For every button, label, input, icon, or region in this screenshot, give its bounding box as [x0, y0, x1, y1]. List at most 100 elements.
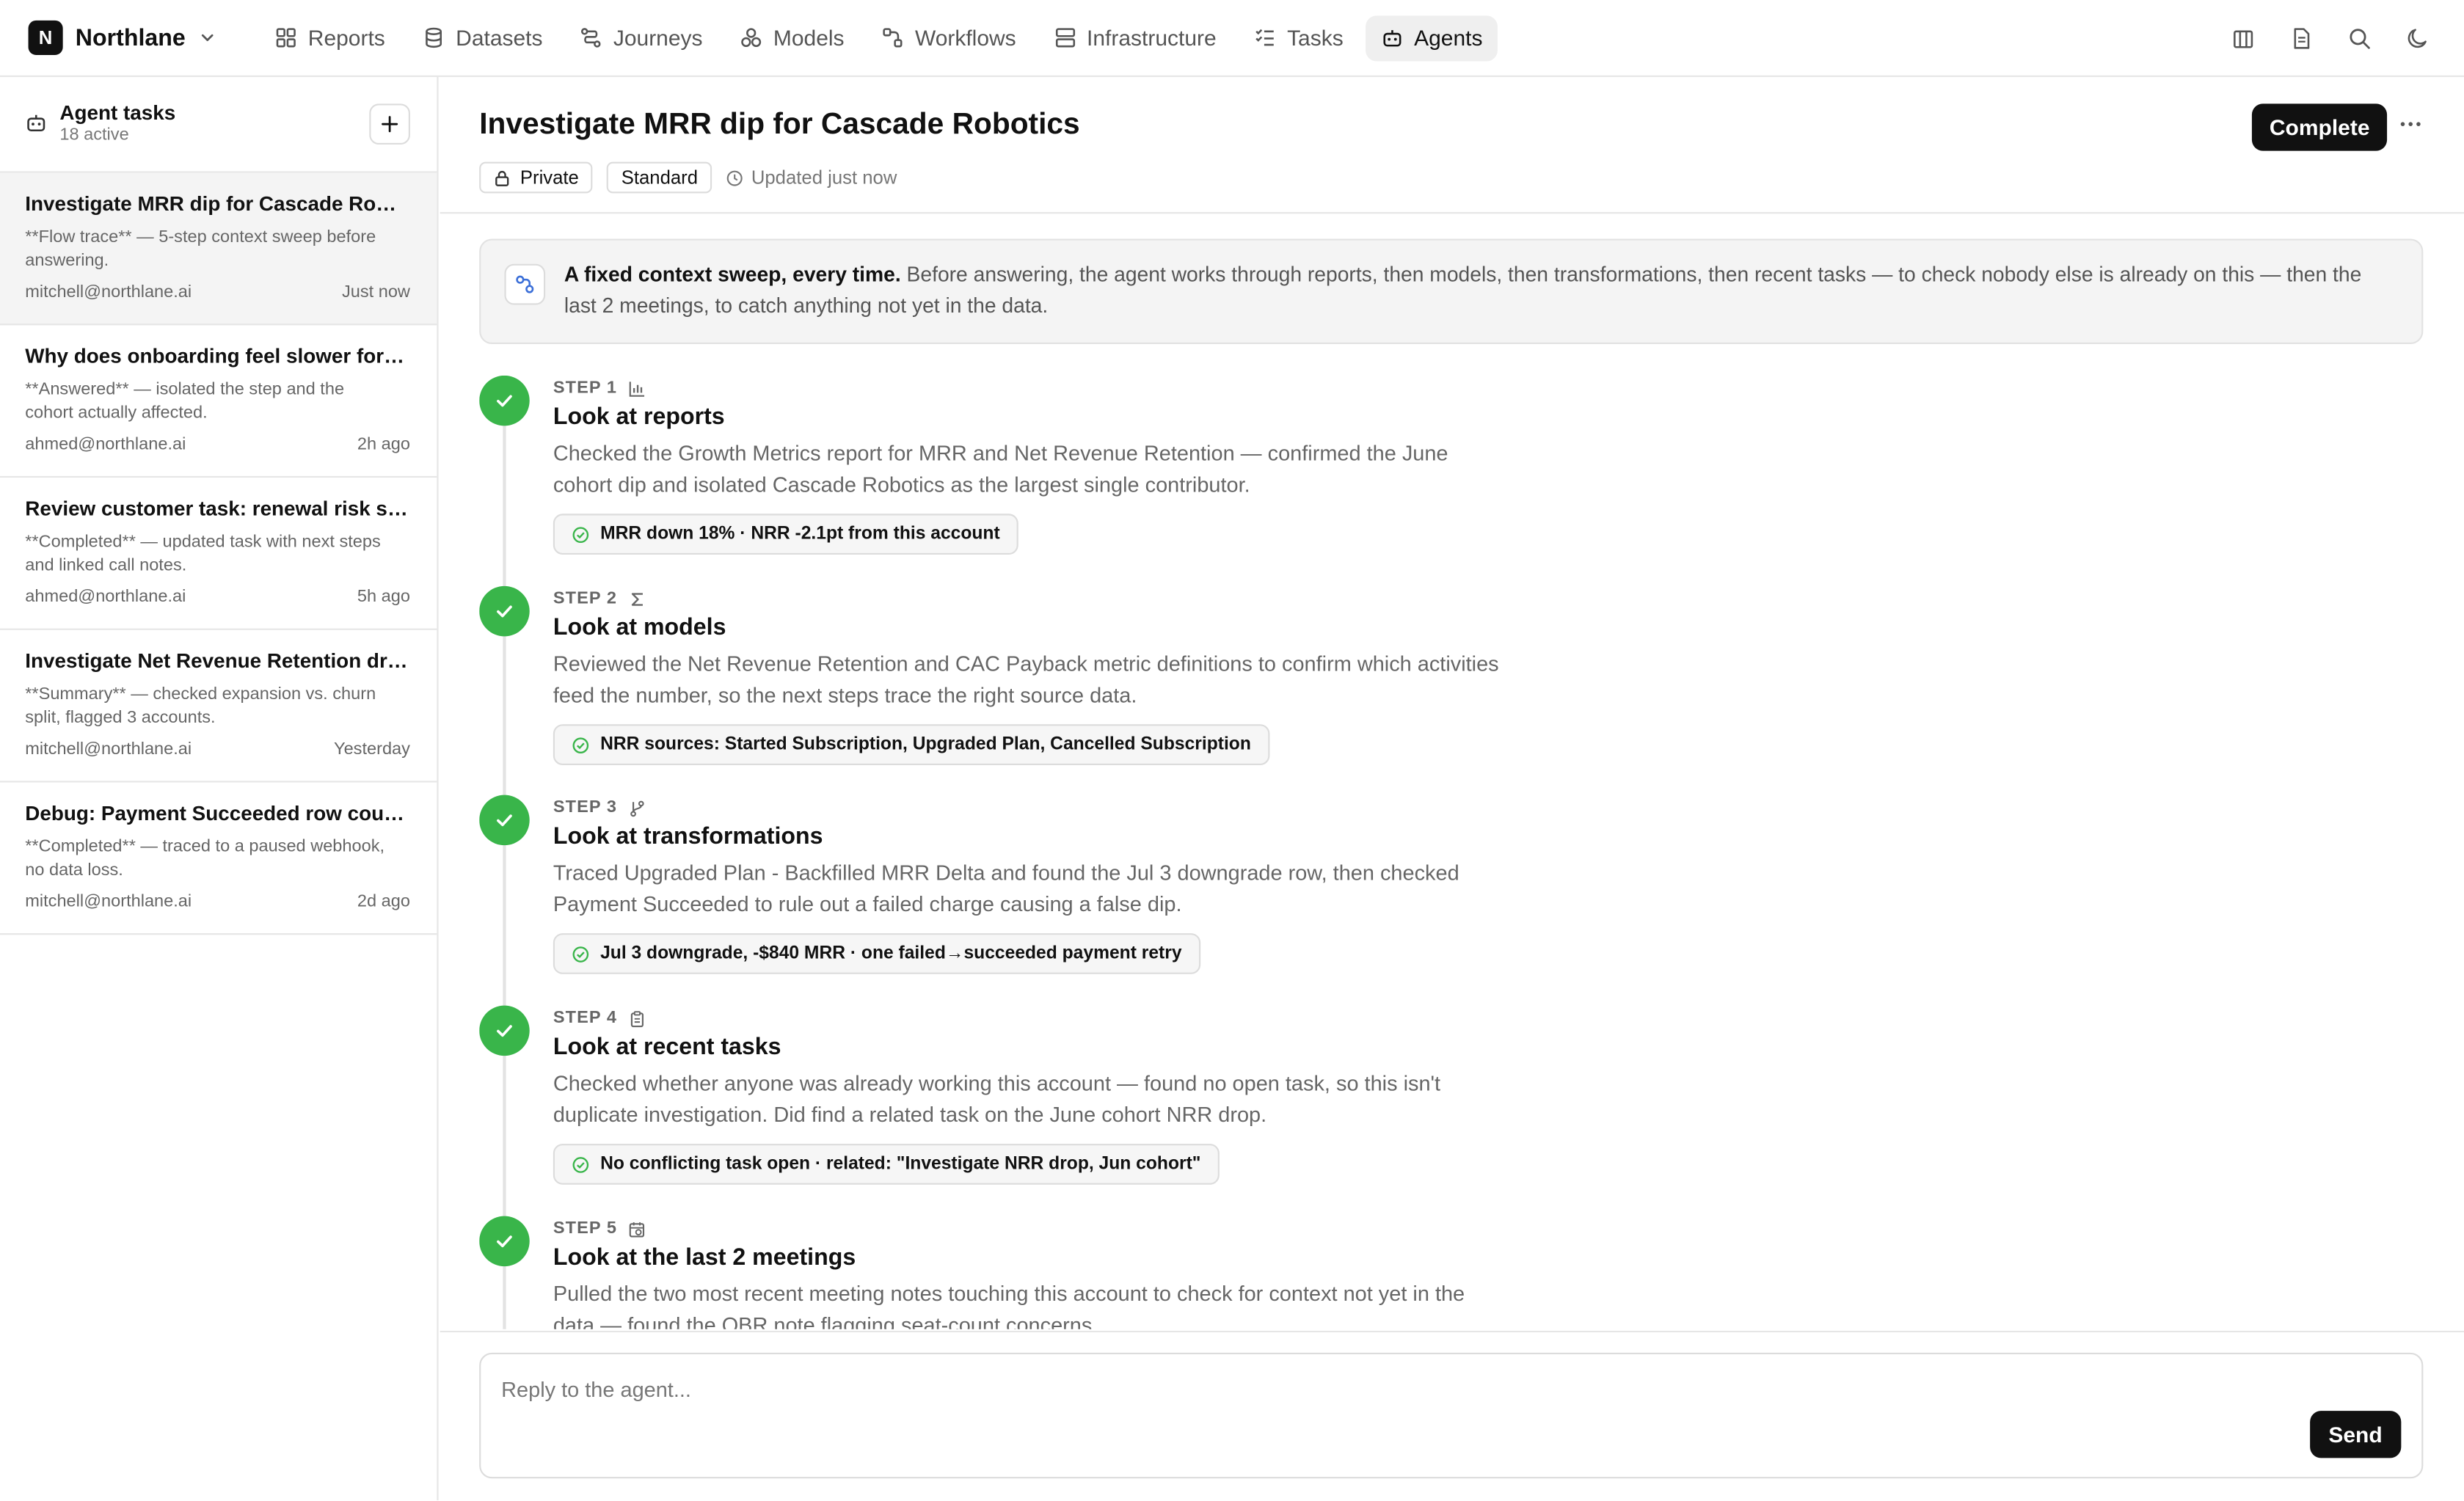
task-snippet: **Completed** — traced to a paused webho…	[25, 837, 385, 880]
mode-tag[interactable]: Standard	[607, 161, 712, 194]
reply-composer: Send	[479, 1352, 2424, 1479]
check-circle-icon	[572, 946, 589, 962]
task-snippet: **Flow trace** — 5-step context sweep be…	[25, 227, 376, 271]
step-result-pill: NRR sources: Started Subscription, Upgra…	[553, 724, 1270, 765]
nav-item-workflows[interactable]: Workflows	[867, 15, 1032, 60]
updated-label: Updated just now	[751, 167, 897, 189]
step-result: NRR sources: Started Subscription, Upgra…	[600, 735, 1251, 754]
nav-item-journeys[interactable]: Journeys	[564, 15, 718, 60]
server-icon	[1055, 28, 1075, 48]
step-description: Checked whether anyone was already worki…	[553, 1071, 1441, 1127]
step-description: Checked the Growth Metrics report for MR…	[553, 441, 1448, 497]
banner-text: A fixed context sweep, every time. Befor…	[564, 259, 2387, 322]
step-title: Look at reports	[553, 403, 725, 431]
task-list-item[interactable]: Review customer task: renewal risk summa…	[0, 478, 437, 630]
moon-icon[interactable]	[2405, 26, 2430, 51]
document-icon[interactable]	[2288, 26, 2313, 51]
complete-button[interactable]: Complete	[2252, 103, 2388, 151]
cubes-icon	[741, 28, 762, 48]
sidebar-title: Agent tasks	[59, 101, 176, 125]
step-number: STEP 2	[553, 589, 618, 608]
context-sweep-banner: A fixed context sweep, every time. Befor…	[479, 238, 2424, 345]
task-time: 2d ago	[357, 892, 410, 912]
step-result-pill: MRR down 18% · NRR -2.1pt from this acco…	[553, 514, 1019, 555]
nav-item-reports[interactable]: Reports	[259, 15, 401, 60]
nav-item-infrastructure[interactable]: Infrastructure	[1038, 15, 1232, 60]
building-icon[interactable]	[2230, 26, 2255, 51]
nav-label: Agents	[1414, 25, 1483, 51]
step-title: Look at models	[553, 614, 726, 641]
task-title: Investigate Net Revenue Retention drop	[25, 649, 409, 673]
task-title: Investigate MRR dip for Cascade Robotics	[25, 191, 409, 216]
step-description: Traced Upgraded Plan - Backfilled MRR De…	[553, 861, 1459, 916]
task-list-item[interactable]: Why does onboarding feel slower for new …	[0, 325, 437, 478]
step-result: Jul 3 downgrade, -$840 MRR · one failed→…	[600, 944, 1182, 963]
visibility-label: Private	[520, 167, 579, 189]
task-list-item[interactable]: Investigate MRR dip for Cascade Robotics…	[0, 172, 437, 326]
nav-label: Infrastructure	[1087, 25, 1217, 51]
visibility-tag[interactable]: Private	[479, 161, 594, 194]
flow-icon	[504, 263, 546, 305]
step-label: STEP 5	[553, 1219, 646, 1238]
brand-name: Northlane	[75, 24, 186, 51]
agent-tasks-sidebar: Agent tasks 18 active Investigate MRR di…	[0, 76, 439, 1501]
reply-input[interactable]	[501, 1370, 2230, 1408]
more-options-icon[interactable]	[2398, 112, 2423, 136]
task-title: Why does onboarding feel slower for new …	[25, 344, 409, 368]
nav-item-tasks[interactable]: Tasks	[1239, 15, 1359, 60]
grid-icon	[276, 28, 296, 48]
mode-label: Standard	[621, 167, 699, 189]
new-task-button[interactable]	[369, 103, 410, 145]
search-icon[interactable]	[2346, 26, 2371, 51]
nav-label: Reports	[307, 25, 385, 51]
task-title: Review customer task: renewal risk summa…	[25, 496, 409, 520]
step-description: Reviewed the Net Revenue Retention and C…	[553, 651, 1499, 707]
check-icon	[479, 795, 530, 846]
database-icon	[426, 27, 442, 48]
send-button[interactable]: Send	[2309, 1411, 2402, 1458]
task-time: Just now	[341, 282, 410, 302]
workflow-icon	[883, 28, 903, 48]
chevron-down-icon	[198, 29, 217, 48]
checklist-icon	[1255, 29, 1274, 46]
bar-chart-icon	[629, 381, 644, 396]
task-time: 2h ago	[357, 435, 410, 454]
nav-item-models[interactable]: Models	[725, 15, 860, 60]
task-snippet: **Completed** — updated task with next s…	[25, 533, 381, 575]
banner-headline: A fixed context sweep, every time.	[564, 262, 901, 286]
task-snippet: **Answered** — isolated the step and the…	[25, 380, 345, 423]
task-list-item[interactable]: Investigate Net Revenue Retention drop *…	[0, 630, 437, 783]
task-list-item[interactable]: Debug: Payment Succeeded row count misma…	[0, 783, 437, 935]
task-header: Investigate MRR dip for Cascade Robotics…	[440, 77, 2464, 214]
step-result-pill: No conflicting task open · related: "Inv…	[553, 1144, 1220, 1185]
step-result: No conflicting task open · related: "Inv…	[600, 1155, 1201, 1174]
sidebar-header: Agent tasks 18 active	[0, 77, 437, 173]
nav-label: Models	[773, 25, 845, 51]
git-branch-icon	[630, 800, 644, 817]
step-number: STEP 3	[553, 797, 618, 817]
step-title: Look at the last 2 meetings	[553, 1244, 856, 1271]
check-circle-icon	[572, 737, 589, 753]
step-timeline: STEP 1 Look at reports Checked the Growt…	[479, 375, 2051, 1329]
bot-icon	[1383, 30, 1402, 47]
check-icon	[479, 375, 530, 426]
plus-icon	[382, 116, 398, 133]
nav-item-agents[interactable]: Agents	[1365, 15, 1498, 61]
task-detail: Investigate MRR dip for Cascade Robotics…	[440, 77, 2464, 1500]
task-time: Yesterday	[334, 739, 410, 759]
check-icon	[479, 585, 530, 637]
check-circle-icon	[572, 526, 589, 542]
step-label: STEP 3	[553, 798, 646, 817]
step-number: STEP 5	[553, 1219, 618, 1238]
sigma-icon	[631, 592, 643, 605]
step-label: STEP 2	[553, 589, 646, 608]
calendar-clock-icon	[629, 1221, 644, 1237]
task-owner: mitchell@northlane.ai	[25, 739, 192, 759]
clock-icon	[726, 169, 743, 186]
sidebar-subtitle: 18 active	[59, 125, 129, 145]
workspace-switcher[interactable]: N Northlane	[28, 14, 217, 61]
brand-logo: N	[28, 20, 63, 55]
page-title: Investigate MRR dip for Cascade Robotics	[479, 108, 1080, 142]
nav-item-datasets[interactable]: Datasets	[407, 15, 558, 60]
check-icon	[479, 1216, 530, 1267]
